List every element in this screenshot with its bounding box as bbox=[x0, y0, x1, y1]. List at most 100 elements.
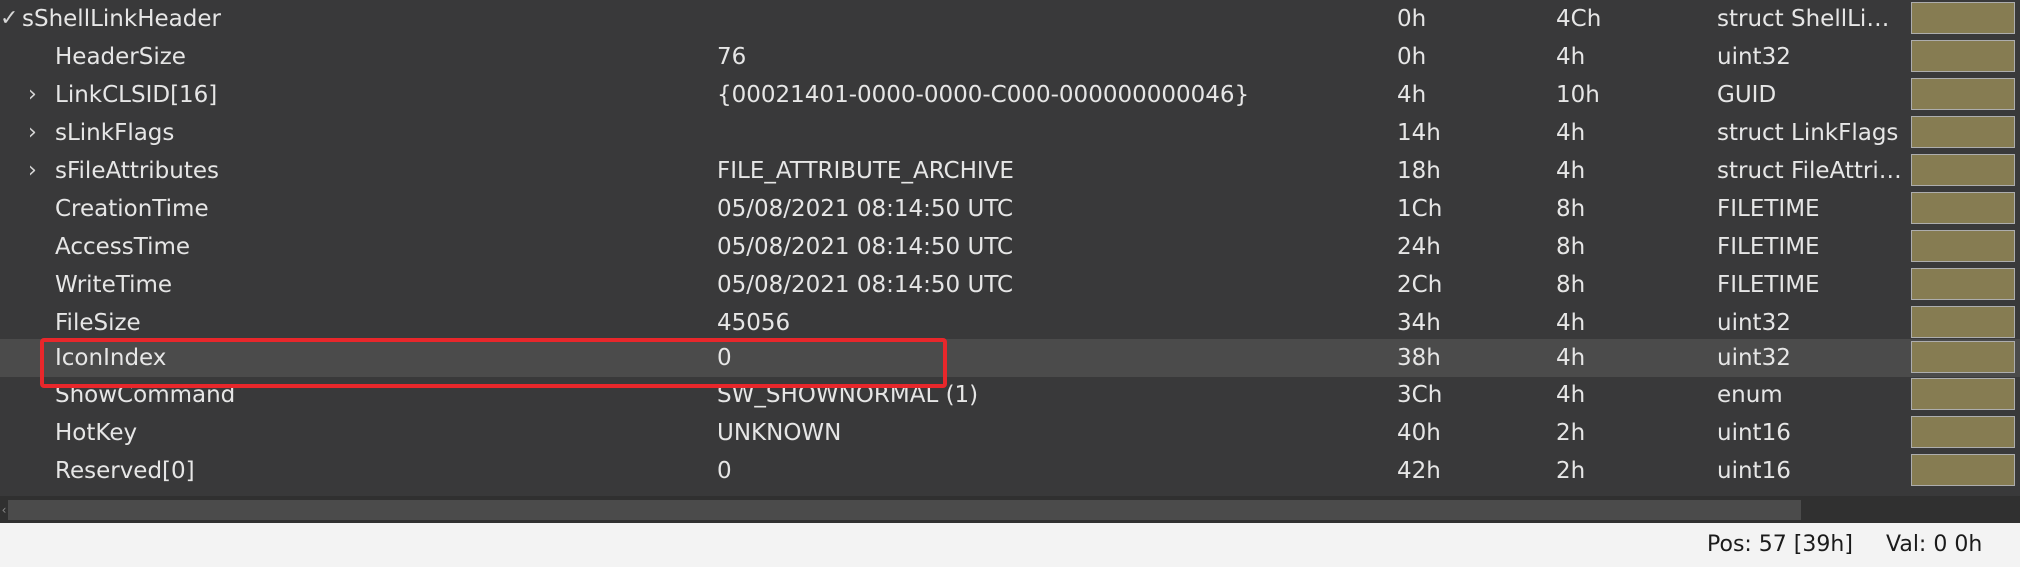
field-start: 18h bbox=[1397, 158, 1441, 184]
expander-placeholder bbox=[28, 339, 50, 377]
status-value: Val: 0 0h bbox=[1886, 532, 1983, 557]
field-color-swatch[interactable] bbox=[1911, 378, 2015, 410]
field-name: sShellLinkHeader bbox=[22, 6, 221, 32]
field-color-swatch[interactable] bbox=[1911, 78, 2015, 110]
horizontal-scrollbar[interactable]: ‹ bbox=[0, 496, 2020, 523]
field-name: AccessTime bbox=[55, 234, 191, 260]
expander-placeholder bbox=[28, 414, 50, 452]
field-start: 2Ch bbox=[1397, 272, 1443, 298]
field-name: CreationTime bbox=[55, 196, 209, 222]
field-size: 4h bbox=[1556, 345, 1586, 371]
field-start: 3Ch bbox=[1397, 382, 1443, 408]
template-row-creationtime[interactable]: CreationTime 05/08/2021 08:14:50 UTC 1Ch… bbox=[0, 190, 2020, 228]
expander-placeholder bbox=[28, 228, 50, 266]
field-type: uint32 bbox=[1717, 44, 1791, 70]
chevron-right-icon[interactable]: › bbox=[28, 114, 50, 152]
field-color-swatch[interactable] bbox=[1911, 230, 2015, 262]
template-row-sshelllinkheader[interactable]: ✓ sShellLinkHeader 0h 4Ch struct ShellLi… bbox=[0, 0, 2020, 38]
field-type: FILETIME bbox=[1717, 196, 1820, 222]
template-results-grid: ✓ sShellLinkHeader 0h 4Ch struct ShellLi… bbox=[0, 0, 2020, 496]
chevron-right-icon[interactable]: › bbox=[28, 76, 50, 114]
field-value: 05/08/2021 08:14:50 UTC bbox=[717, 272, 1014, 298]
field-name: Reserved[0] bbox=[55, 458, 195, 484]
template-row-showcommand[interactable]: ShowCommand SW_SHOWNORMAL (1) 3Ch 4h enu… bbox=[0, 376, 2020, 414]
expander-placeholder bbox=[28, 190, 50, 228]
field-start: 0h bbox=[1397, 44, 1427, 70]
field-start: 40h bbox=[1397, 420, 1441, 446]
field-color-swatch[interactable] bbox=[1911, 154, 2015, 186]
field-start: 42h bbox=[1397, 458, 1441, 484]
template-results-panel: ✓ sShellLinkHeader 0h 4Ch struct ShellLi… bbox=[0, 0, 2020, 567]
field-size: 2h bbox=[1556, 420, 1586, 446]
field-name: HotKey bbox=[55, 420, 138, 446]
scroll-left-icon[interactable]: ‹ bbox=[0, 500, 8, 520]
field-color-swatch[interactable] bbox=[1911, 306, 2015, 338]
template-row-reserved[interactable]: Reserved[0] 0 42h 2h uint16 bbox=[0, 452, 2020, 490]
field-start: 38h bbox=[1397, 345, 1441, 371]
field-name: IconIndex bbox=[55, 345, 167, 371]
field-start: 4h bbox=[1397, 82, 1427, 108]
field-type: GUID bbox=[1717, 82, 1777, 108]
horizontal-scrollbar-thumb[interactable] bbox=[8, 500, 1801, 520]
field-value: SW_SHOWNORMAL (1) bbox=[717, 382, 979, 408]
field-type: struct FileAttri… bbox=[1717, 158, 1902, 184]
field-type: uint16 bbox=[1717, 420, 1791, 446]
field-size: 8h bbox=[1556, 234, 1586, 260]
field-name: WriteTime bbox=[55, 272, 173, 298]
field-color-swatch[interactable] bbox=[1911, 192, 2015, 224]
field-size: 4h bbox=[1556, 44, 1586, 70]
field-value: UNKNOWN bbox=[717, 420, 842, 446]
field-value: FILE_ATTRIBUTE_ARCHIVE bbox=[717, 158, 1014, 184]
template-row-headersize[interactable]: HeaderSize 76 0h 4h uint32 bbox=[0, 38, 2020, 76]
field-start: 14h bbox=[1397, 120, 1441, 146]
field-size: 2h bbox=[1556, 458, 1586, 484]
field-type: FILETIME bbox=[1717, 272, 1820, 298]
field-type: uint32 bbox=[1717, 345, 1791, 371]
expander-placeholder bbox=[28, 376, 50, 414]
field-size: 4Ch bbox=[1556, 6, 1602, 32]
expander-placeholder bbox=[28, 452, 50, 490]
field-type: uint16 bbox=[1717, 458, 1791, 484]
template-row-slinkflags[interactable]: › sLinkFlags 14h 4h struct LinkFlags bbox=[0, 114, 2020, 152]
field-size: 4h bbox=[1556, 310, 1586, 336]
field-type: struct ShellLin… bbox=[1717, 6, 1902, 32]
field-name: sLinkFlags bbox=[55, 120, 175, 146]
field-size: 4h bbox=[1556, 120, 1586, 146]
expander-placeholder bbox=[28, 304, 50, 342]
field-color-swatch[interactable] bbox=[1911, 416, 2015, 448]
status-position: Pos: 57 [39h] bbox=[1707, 532, 1853, 557]
template-row-filesize[interactable]: FileSize 45056 34h 4h uint32 bbox=[0, 304, 2020, 342]
template-row-linkclsid[interactable]: › LinkCLSID[16] {00021401-0000-0000-C000… bbox=[0, 76, 2020, 114]
expanded-check-icon[interactable]: ✓ bbox=[0, 0, 22, 38]
field-start: 1Ch bbox=[1397, 196, 1443, 222]
field-color-swatch[interactable] bbox=[1911, 2, 2015, 34]
field-type: uint32 bbox=[1717, 310, 1791, 336]
field-start: 34h bbox=[1397, 310, 1441, 336]
chevron-right-icon[interactable]: › bbox=[28, 152, 50, 190]
field-color-swatch[interactable] bbox=[1911, 268, 2015, 300]
expander-placeholder bbox=[28, 38, 50, 76]
template-row-hotkey[interactable]: HotKey UNKNOWN 40h 2h uint16 bbox=[0, 414, 2020, 452]
field-color-swatch[interactable] bbox=[1911, 40, 2015, 72]
field-name: FileSize bbox=[55, 310, 141, 336]
template-row-iconindex-selected[interactable]: IconIndex 0 38h 4h uint32 bbox=[0, 339, 2020, 377]
field-type: enum bbox=[1717, 382, 1783, 408]
field-size: 4h bbox=[1556, 382, 1586, 408]
template-row-accesstime[interactable]: AccessTime 05/08/2021 08:14:50 UTC 24h 8… bbox=[0, 228, 2020, 266]
field-value: 76 bbox=[717, 44, 747, 70]
field-name: HeaderSize bbox=[55, 44, 186, 70]
template-row-sfileattributes[interactable]: › sFileAttributes FILE_ATTRIBUTE_ARCHIVE… bbox=[0, 152, 2020, 190]
field-size: 8h bbox=[1556, 196, 1586, 222]
template-row-writetime[interactable]: WriteTime 05/08/2021 08:14:50 UTC 2Ch 8h… bbox=[0, 266, 2020, 304]
field-value: 05/08/2021 08:14:50 UTC bbox=[717, 196, 1014, 222]
field-value: 0 bbox=[717, 345, 732, 371]
field-color-swatch[interactable] bbox=[1911, 341, 2015, 373]
field-value: 05/08/2021 08:14:50 UTC bbox=[717, 234, 1014, 260]
field-color-swatch[interactable] bbox=[1911, 116, 2015, 148]
field-size: 8h bbox=[1556, 272, 1586, 298]
status-bar: Pos: 57 [39h] Val: 0 0h bbox=[0, 523, 2020, 567]
expander-placeholder bbox=[28, 266, 50, 304]
field-size: 4h bbox=[1556, 158, 1586, 184]
field-color-swatch[interactable] bbox=[1911, 454, 2015, 486]
field-start: 24h bbox=[1397, 234, 1441, 260]
